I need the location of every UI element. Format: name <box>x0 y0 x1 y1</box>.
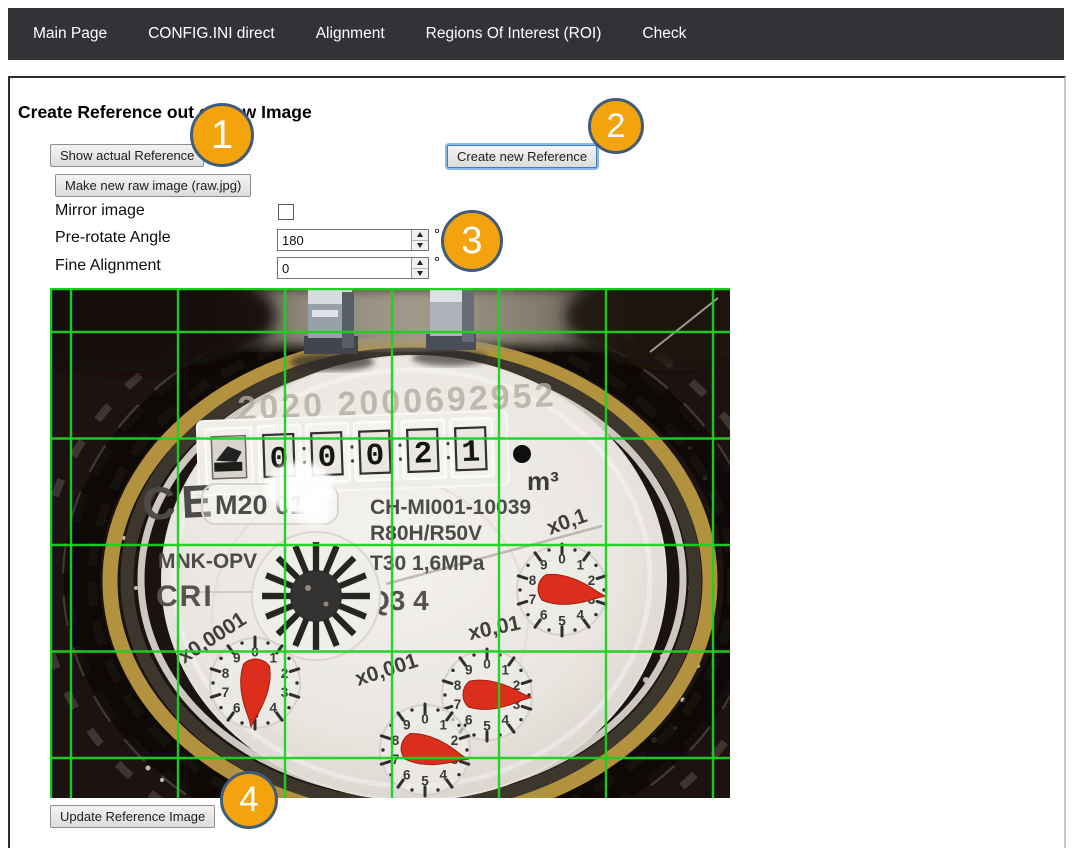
annotation-circle-2: 2 <box>588 98 644 154</box>
prerotate-degree-unit: ° <box>434 226 440 243</box>
dial-digit: 1 <box>439 717 447 732</box>
spinner-up[interactable] <box>412 258 428 269</box>
fine-alignment-input-wrap <box>277 257 429 279</box>
dial-digit: 6 <box>403 768 411 783</box>
nav-config-ini[interactable]: CONFIG.INI direct <box>148 25 275 43</box>
nav-check[interactable]: Check <box>642 25 686 43</box>
dial-digit: 5 <box>483 719 491 734</box>
dial-digit: 1 <box>501 662 509 677</box>
dial-digit: 5 <box>558 614 566 629</box>
counter-dot <box>513 445 531 463</box>
dial-digit: 4 <box>576 608 584 623</box>
dial-digit: 4 <box>439 768 447 783</box>
mirror-image-checkbox[interactable] <box>278 204 294 220</box>
content-panel: Create Reference out of Raw Image Show a… <box>8 76 1066 848</box>
brand2-mark: CRI <box>156 580 214 613</box>
annotation-circle-3: 3 <box>441 210 503 272</box>
mirror-image-label: Mirror image <box>55 202 145 220</box>
nav-alignment[interactable]: Alignment <box>316 25 385 43</box>
nav-main-page[interactable]: Main Page <box>33 25 107 43</box>
dial-digit: 6 <box>465 713 473 728</box>
spinner-down[interactable] <box>412 241 428 251</box>
dial-digit: 8 <box>222 666 230 681</box>
fine-alignment-input[interactable] <box>278 258 411 278</box>
prerotate-angle-input-wrap <box>277 229 429 251</box>
spinner-up[interactable] <box>412 230 428 241</box>
brand-mark: MNK-OPV <box>158 550 257 573</box>
prerotate-spinner <box>411 230 428 250</box>
make-new-raw-image-button[interactable]: Make new raw image (raw.jpg) <box>55 174 251 197</box>
dial-digit: 1 <box>576 557 584 572</box>
nav-roi[interactable]: Regions Of Interest (ROI) <box>426 25 602 43</box>
dial-digit: 0 <box>483 657 491 672</box>
dial-digit: 7 <box>454 697 462 712</box>
dial-digit: 9 <box>465 662 473 677</box>
prerotate-angle-label: Pre-rotate Angle <box>55 229 171 247</box>
fine-spinner <box>411 258 428 278</box>
dial-digit: 6 <box>233 701 241 716</box>
dial-digit: 7 <box>222 685 230 700</box>
up-arrow-icon <box>417 232 423 237</box>
dial-digit: 9 <box>540 557 548 572</box>
dial-digit: 2 <box>451 733 459 748</box>
annotation-circle-1: 1 <box>190 103 254 167</box>
update-reference-image-button[interactable]: Update Reference Image <box>50 805 215 828</box>
fine-alignment-label: Fine Alignment <box>55 257 161 275</box>
top-surface-band <box>220 288 620 346</box>
top-nav: Main Page CONFIG.INI direct Alignment Re… <box>8 8 1064 60</box>
dial-digit: 4 <box>269 701 277 716</box>
dial-digit: 5 <box>421 774 429 789</box>
dial-digit: 6 <box>540 608 548 623</box>
dial-digit: 8 <box>529 573 537 588</box>
down-arrow-icon <box>417 243 423 248</box>
up-arrow-icon <box>417 260 423 265</box>
dial-digit: 8 <box>454 678 462 693</box>
spinner-down[interactable] <box>412 269 428 279</box>
dial-digit: 7 <box>529 592 537 607</box>
counter-digit: 1 <box>461 435 481 471</box>
temp-pressure-mark: T30 1,6MPa <box>370 552 485 575</box>
counter-assembly: 00021 <box>197 411 509 496</box>
unit-label: m³ <box>527 466 559 496</box>
dial-digit: 9 <box>403 717 411 732</box>
annotation-circle-4: 4 <box>220 771 278 829</box>
page-title: Create Reference out of Raw Image <box>18 102 312 123</box>
counter-digit: 0 <box>365 439 385 475</box>
counter-digit: 2 <box>413 437 433 473</box>
dial-digit: 0 <box>558 552 566 567</box>
ratio-mark: R80H/R50V <box>370 522 482 545</box>
create-new-reference-button[interactable]: Create new Reference <box>447 145 597 168</box>
prerotate-angle-input[interactable] <box>278 230 411 250</box>
fine-degree-unit: ° <box>434 254 440 271</box>
show-actual-reference-button[interactable]: Show actual Reference <box>50 144 204 167</box>
dial-digit: 0 <box>421 712 429 727</box>
dial-digit: 4 <box>501 713 509 728</box>
approval-mark: CH-MI001-10039 <box>370 496 531 519</box>
down-arrow-icon <box>417 271 423 276</box>
reference-image: 2020 2000692952 00021 m³ CE M20 01 CH- <box>50 288 730 798</box>
